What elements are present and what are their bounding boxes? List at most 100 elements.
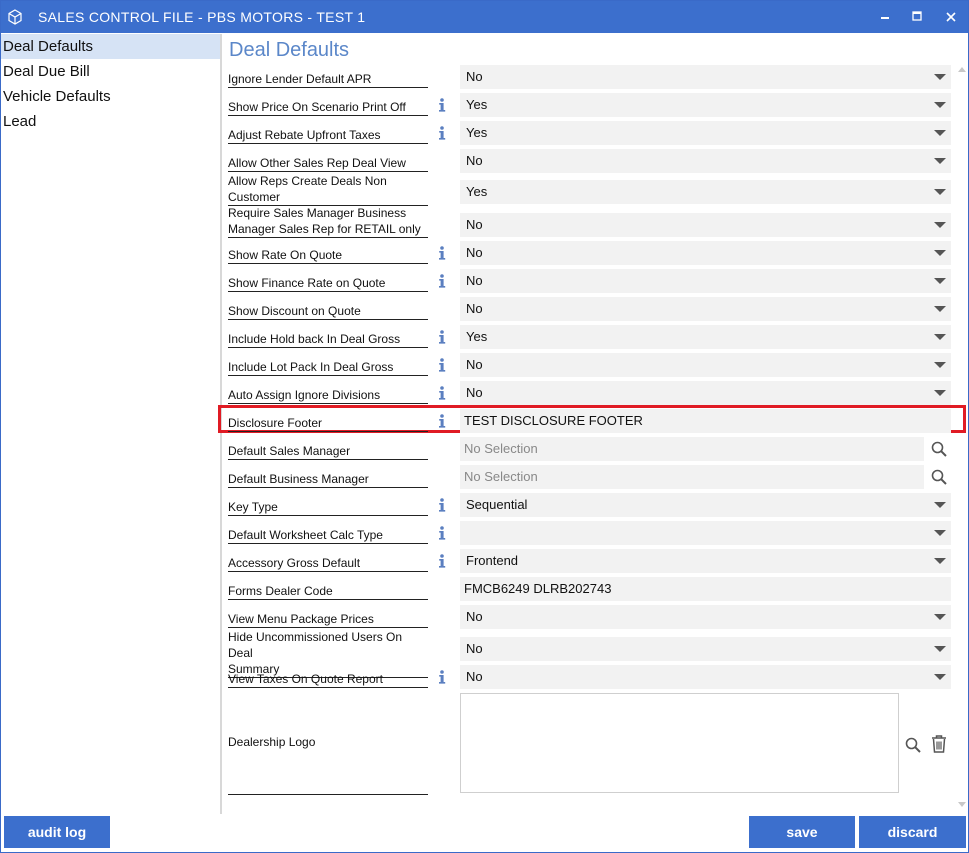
hide-uncommissioned-users-on-deal-summary-select[interactable]: No [460,637,951,661]
setting-label-line: Auto Assign Ignore Divisions [228,388,381,402]
show-finance-rate-on-quote-select[interactable]: No [460,269,951,293]
chevron-down-icon[interactable] [934,614,946,620]
chevron-down-icon[interactable] [934,390,946,396]
scroll-up-icon[interactable] [958,67,966,72]
ignore-lender-default-apr-select[interactable]: No [460,65,951,89]
chevron-down-icon[interactable] [934,250,946,256]
info-icon[interactable] [437,498,447,512]
require-sales-manager-business-manager-sales-rep-for-retail-only-select[interactable]: No [460,213,951,237]
setting-row-default-business-manager: Default Business Manager No Selection [224,463,968,491]
include-lot-pack-in-deal-gross-select[interactable]: No [460,353,951,377]
app-window: SALES CONTROL FILE - PBS MOTORS - TEST 1… [0,0,969,853]
chevron-down-icon[interactable] [934,674,946,680]
chevron-down-icon[interactable] [934,102,946,108]
close-button[interactable] [939,5,963,29]
info-icon[interactable] [437,358,447,372]
info-icon[interactable] [437,670,447,684]
setting-row-hide-uncommissioned-users-on-deal-summary: Hide Uncommissioned Users On Deal Summary… [224,630,968,678]
chevron-down-icon[interactable] [934,530,946,536]
setting-label: Allow Reps Create Deals Non Customer [228,173,428,206]
info-icon[interactable] [437,554,447,568]
chevron-down-icon[interactable] [934,222,946,228]
sidebar-item-vehicle-defaults[interactable]: Vehicle Defaults [1,84,220,109]
info-icon[interactable] [437,386,447,400]
chevron-down-icon[interactable] [934,362,946,368]
chevron-down-icon[interactable] [934,158,946,164]
default-worksheet-calc-type-select[interactable] [460,521,951,545]
discard-button[interactable]: discard [859,816,966,848]
view-taxes-on-quote-report-select[interactable]: No [460,665,951,689]
setting-label-line: Default Sales Manager [228,444,351,458]
close-icon [946,12,956,22]
trash-icon[interactable] [930,734,948,754]
minimize-icon [881,17,889,19]
show-price-on-scenario-print-off-select[interactable]: Yes [460,93,951,117]
setting-row-adjust-rebate-upfront-taxes: Adjust Rebate Upfront Taxes Yes [224,119,968,147]
sidebar-item-lead[interactable]: Lead [1,109,220,134]
maximize-button[interactable] [905,5,929,29]
setting-label-line: Include Lot Pack In Deal Gross [228,360,394,374]
chevron-down-icon[interactable] [934,306,946,312]
setting-label-line: Default Worksheet Calc Type [228,528,383,542]
info-icon[interactable] [437,274,447,288]
setting-label-line: Allow Reps Create Deals Non [228,174,387,188]
audit-log-button[interactable]: audit log [4,816,110,848]
info-icon[interactable] [437,414,447,428]
field-value: No Selection [464,469,538,484]
default-business-manager-lookup-input[interactable]: No Selection [460,465,924,489]
adjust-rebate-upfront-taxes-select[interactable]: Yes [460,121,951,145]
field-value: No Selection [464,441,538,456]
search-icon[interactable] [930,440,948,458]
setting-row-view-taxes-on-quote-report: View Taxes On Quote Report No [224,663,968,691]
setting-row-allow-other-sales-rep-deal-view: Allow Other Sales Rep Deal View No [224,147,968,175]
chevron-down-icon[interactable] [934,130,946,136]
accessory-gross-default-select[interactable]: Frontend [460,549,951,573]
key-type-select[interactable]: Sequential [460,493,951,517]
scroll-down-icon[interactable] [958,802,966,807]
setting-row-allow-reps-create-deals-non-customer: Allow Reps Create Deals Non Customer Yes [224,173,968,209]
chevron-down-icon[interactable] [934,502,946,508]
setting-row-include-lot-pack-in-deal-gross: Include Lot Pack In Deal Gross No [224,351,968,379]
include-hold-back-in-deal-gross-select[interactable]: Yes [460,325,951,349]
setting-row-dealership-logo: Dealership Logo [224,693,968,795]
info-icon[interactable] [437,330,447,344]
info-icon[interactable] [437,246,447,260]
scrollbar[interactable] [957,61,967,816]
setting-row-show-finance-rate-on-quote: Show Finance Rate on Quote No [224,267,968,295]
chevron-down-icon[interactable] [934,278,946,284]
auto-assign-ignore-divisions-select[interactable]: No [460,381,951,405]
sidebar-item-deal-due-bill[interactable]: Deal Due Bill [1,59,220,84]
search-icon[interactable] [930,468,948,486]
title-bar[interactable]: SALES CONTROL FILE - PBS MOTORS - TEST 1 [1,1,968,33]
info-icon[interactable] [437,526,447,540]
minimize-button[interactable] [873,5,897,29]
setting-label-line: Ignore Lender Default APR [228,72,372,86]
setting-label: Default Worksheet Calc Type [228,527,428,544]
info-icon[interactable] [437,126,447,140]
search-icon[interactable] [904,735,922,755]
setting-label: Disclosure Footer [228,415,428,432]
chevron-down-icon[interactable] [934,646,946,652]
allow-reps-create-deals-non-customer-select[interactable]: Yes [460,180,951,204]
main-panel: Deal Defaults Ignore Lender Default APR N… [218,34,968,814]
chevron-down-icon[interactable] [934,558,946,564]
view-menu-package-prices-select[interactable]: No [460,605,951,629]
setting-label: View Taxes On Quote Report [228,671,428,688]
setting-label: Show Discount on Quote [228,303,428,320]
chevron-down-icon[interactable] [934,189,946,195]
allow-other-sales-rep-deal-view-select[interactable]: No [460,149,951,173]
setting-row-view-menu-package-prices: View Menu Package Prices No [224,603,968,631]
setting-row-forms-dealer-code: Forms Dealer Code FMCB6249 DLRB202743 [224,575,968,603]
disclosure-footer-input[interactable]: TEST DISCLOSURE FOOTER [460,409,951,433]
show-rate-on-quote-select[interactable]: No [460,241,951,265]
setting-label: Show Finance Rate on Quote [228,275,428,292]
sidebar-item-deal-defaults[interactable]: Deal Defaults [1,34,220,59]
chevron-down-icon[interactable] [934,334,946,340]
info-icon[interactable] [437,98,447,112]
default-sales-manager-lookup-input[interactable]: No Selection [460,437,924,461]
dealership-logo-drop-area[interactable] [460,693,899,793]
show-discount-on-quote-select[interactable]: No [460,297,951,321]
chevron-down-icon[interactable] [934,74,946,80]
save-button[interactable]: save [749,816,855,848]
forms-dealer-code-input[interactable]: FMCB6249 DLRB202743 [460,577,951,601]
